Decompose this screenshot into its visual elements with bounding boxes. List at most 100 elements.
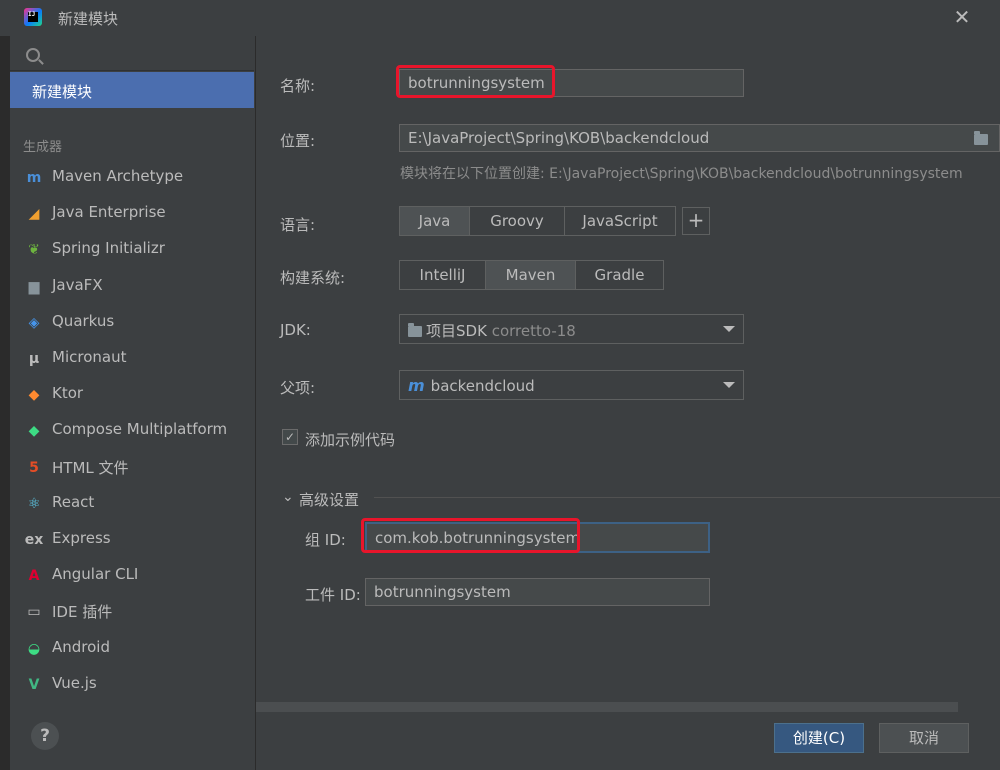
sidebar-item-label: Maven Archetype [52,167,184,185]
sidebar-item-generator[interactable]: ❦ Spring Initializr [0,232,255,266]
group-id-label: 组 ID: [305,531,346,549]
chevron-down-icon[interactable]: ⌄ [282,489,294,505]
sidebar-item-label: Spring Initializr [52,239,165,258]
location-field[interactable]: E:\JavaProject\Spring\KOB\backendcloud [399,124,1000,152]
vue-icon: V [28,676,40,693]
close-icon[interactable]: ✕ [950,5,974,29]
sidebar-item-label: HTML 文件 [52,458,129,477]
location-label: 位置: [280,132,316,150]
jdk-label: JDK: [280,321,311,339]
chevron-down-icon [723,382,735,388]
micronaut-icon: μ [28,351,40,367]
sidebar-item-label: JavaFX [52,275,103,294]
location-hint: 模块将在以下位置创建: E:\JavaProject\Spring\KOB\ba… [400,166,963,182]
cancel-button[interactable]: 取消 [879,723,969,753]
sidebar-item-label: Angular CLI [52,565,139,584]
sidebar-item-generator[interactable]: ex Express [0,522,255,556]
generator-sidebar: 新建模块 生成器 m Maven Archetype ◢ Java Enterpris… [0,36,256,770]
option-groovy[interactable]: Groovy [470,207,565,235]
advanced-divider [374,497,1000,498]
parent-dropdown[interactable]: m backendcloud [399,370,744,400]
option-intellij[interactable]: IntelliJ [400,261,486,289]
sample-code-label: 添加示例代码 [305,431,396,449]
artifact-id-field[interactable]: botrunningsystem [365,578,710,606]
sidebar-item-label: Quarkus [52,311,115,330]
name-highlight-box [396,65,555,98]
parent-label: 父项: [280,379,316,397]
sidebar-item-label: Express [52,529,111,547]
express-icon: ex [24,532,44,548]
sidebar-item-new-module[interactable]: 新建模块 [10,72,254,108]
create-button[interactable]: 创建(C) [774,723,864,753]
group-id-highlight-box [361,518,580,553]
build-system-label: 构建系统: [280,269,346,287]
java-enterprise-icon: ◢ [28,206,40,223]
maven-icon: m [26,170,42,186]
jdk-dropdown[interactable]: 项目SDK corretto-18 [399,314,744,344]
title-bar: IJ 新建模块 ✕ [0,0,1000,36]
window-title: 新建模块 [58,10,119,28]
sidebar-item-label: Android [52,637,110,656]
search-icon [26,48,40,62]
react-icon: ⚛ [27,495,41,512]
javafx-folder-icon: ▆ [28,278,40,295]
sidebar-item-label: IDE 插件 [52,603,113,622]
sidebar-item-label: 新建模块 [32,83,93,101]
sidebar-item-label: Compose Multiplatform [52,420,228,439]
artifact-id-label: 工件 ID: [305,586,361,604]
jdk-prefix: 项目SDK [426,322,487,340]
sidebar-item-generator[interactable]: ◒ Android [0,631,255,665]
chevron-down-icon [723,326,735,332]
sidebar-item-label: Micronaut [52,348,127,366]
plugin-icon: ▭ [27,604,41,621]
quarkus-icon: ◈ [28,314,40,331]
sidebar-item-label: Vue.js [52,673,97,692]
sidebar-item-generator[interactable]: μ Micronaut [0,341,255,375]
spring-icon: ❦ [28,242,40,259]
sidebar-item-generator[interactable]: ◈ Quarkus [0,305,255,339]
artifact-id-value: botrunningsystem [374,583,511,601]
maven-icon: m [408,376,425,395]
angular-icon: A [28,568,40,585]
sidebar-item-generator[interactable]: 5 HTML 文件 [0,450,255,484]
name-label: 名称: [280,77,316,95]
build-system-selector: IntelliJ Maven Gradle [399,260,664,290]
module-form: 名称: botrunningsystem 位置: E:\JavaProject\… [256,36,1000,770]
horizontal-scrollbar[interactable] [256,702,958,712]
sidebar-edge [0,36,10,770]
html5-icon: 5 [29,459,39,476]
browse-folder-icon[interactable] [974,131,988,145]
sidebar-item-generator[interactable]: ◆ Compose Multiplatform [0,413,255,447]
generators-section-label: 生成器 [23,140,63,155]
sidebar-item-label: React [52,492,95,511]
sidebar-item-generator[interactable]: ▭ IDE 插件 [0,594,255,628]
sidebar-item-generator[interactable]: ◆ Ktor [0,377,255,411]
language-selector: Java Groovy JavaScript [399,206,676,236]
sidebar-item-label: Ktor [52,384,84,403]
option-java[interactable]: Java [400,207,470,235]
location-value: E:\JavaProject\Spring\KOB\backendcloud [408,129,710,147]
ktor-icon: ◆ [28,387,40,404]
compose-icon: ◆ [28,423,40,440]
sidebar-item-generator[interactable]: V Vue.js [0,667,255,701]
help-button[interactable]: ? [31,722,59,750]
sample-code-checkbox[interactable]: ✓ [282,429,298,445]
option-maven[interactable]: Maven [486,261,576,289]
android-icon: ◒ [27,640,41,657]
language-label: 语言: [280,216,316,234]
parent-value: backendcloud [430,377,535,395]
add-language-button[interactable]: + [682,207,710,235]
search-input[interactable] [10,38,254,71]
sidebar-item-generator[interactable]: A Angular CLI [0,558,255,592]
jdk-value: corretto-18 [491,322,576,340]
sdk-folder-icon [408,323,422,337]
option-javascript[interactable]: JavaScript [565,207,675,235]
advanced-settings-label[interactable]: 高级设置 [299,489,359,510]
intellij-app-icon: IJ [24,8,42,26]
sidebar-item-label: Java Enterprise [52,203,166,222]
sidebar-item-generator[interactable]: ◢ Java Enterprise [0,196,255,230]
option-gradle[interactable]: Gradle [576,261,663,289]
sidebar-item-generator[interactable]: ▆ JavaFX [0,269,255,303]
sidebar-item-generator[interactable]: ⚛ React [0,486,255,520]
sidebar-item-generator[interactable]: m Maven Archetype [0,160,255,194]
